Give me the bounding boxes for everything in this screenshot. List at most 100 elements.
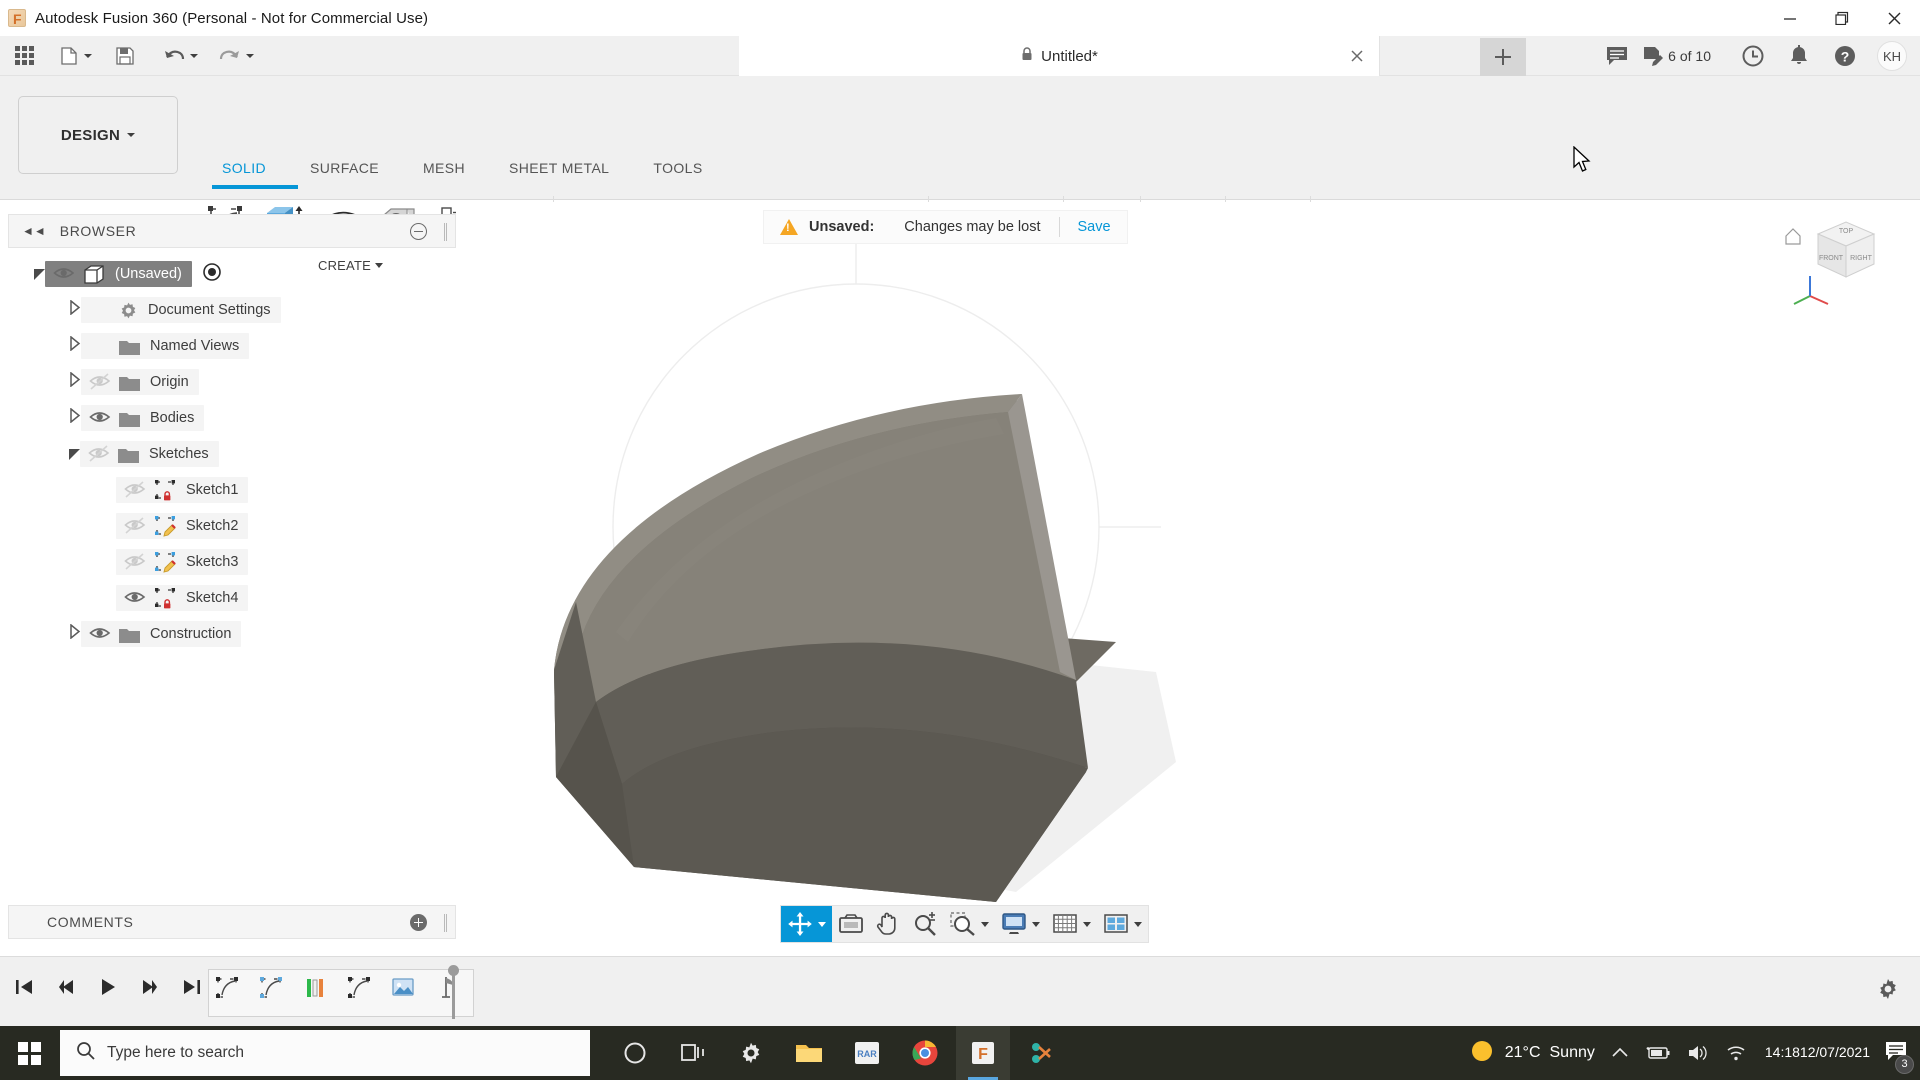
- grid-snaps-icon[interactable]: [1046, 906, 1097, 942]
- browser-item-body[interactable]: Sketch1: [116, 477, 249, 503]
- save-link[interactable]: Save: [1078, 219, 1111, 235]
- fusion360-taskbar-icon[interactable]: F: [956, 1026, 1010, 1080]
- tab-surface[interactable]: SURFACE: [288, 160, 401, 176]
- timeline-feature-sketch4[interactable]: [432, 973, 462, 1003]
- pan-hand-icon[interactable]: [870, 906, 906, 942]
- timeline-feature-thicken[interactable]: [388, 973, 418, 1003]
- volume-icon[interactable]: [1679, 1026, 1717, 1080]
- browser-item-sketch3[interactable]: Sketch3: [8, 544, 456, 580]
- step-back-icon[interactable]: [52, 973, 80, 1001]
- close-button[interactable]: [1868, 0, 1920, 36]
- display-settings-icon[interactable]: [995, 906, 1046, 942]
- browser-item-body[interactable]: Named Views: [81, 333, 250, 359]
- play-icon[interactable]: [94, 973, 122, 1001]
- visibility-toggle-icon[interactable]: [89, 623, 111, 645]
- taskbar-clock[interactable]: 14:18 12/07/2021: [1755, 1026, 1880, 1080]
- close-icon[interactable]: [1349, 48, 1365, 64]
- windows-start-icon[interactable]: [0, 1026, 58, 1080]
- minimize-button[interactable]: [1764, 0, 1816, 36]
- browser-item-construction[interactable]: Construction: [8, 616, 456, 652]
- zoom-icon[interactable]: [906, 906, 944, 942]
- search-input[interactable]: Type here to search: [60, 1030, 590, 1076]
- tab-sheet-metal[interactable]: SHEET METAL: [487, 160, 631, 176]
- browser-item-sketch4[interactable]: Sketch4: [8, 580, 456, 616]
- panel-resize-grip[interactable]: [444, 914, 447, 932]
- expand-toggle-icon[interactable]: [69, 407, 81, 428]
- skip-end-icon[interactable]: [178, 973, 206, 1001]
- browser-item-sketch1[interactable]: Sketch1: [8, 472, 456, 508]
- view-cube[interactable]: TOP FRONT RIGHT: [1780, 216, 1890, 316]
- expand-toggle-icon[interactable]: [69, 448, 80, 460]
- expand-toggle-icon[interactable]: [69, 623, 81, 644]
- visibility-toggle-icon[interactable]: [89, 371, 111, 393]
- add-comment-icon[interactable]: [410, 914, 427, 931]
- cura-icon[interactable]: [1014, 1026, 1068, 1080]
- weather-widget[interactable]: 21°C Sunny: [1461, 1026, 1603, 1080]
- task-view-icon[interactable]: [666, 1026, 720, 1080]
- settings-gear-icon[interactable]: [724, 1026, 778, 1080]
- file-explorer-icon[interactable]: [782, 1026, 836, 1080]
- visibility-toggle-icon[interactable]: [124, 551, 146, 573]
- clock-icon[interactable]: [1736, 38, 1770, 74]
- zoom-window-icon[interactable]: [944, 906, 995, 942]
- chevron-up-icon[interactable]: [1603, 1026, 1637, 1080]
- wifi-icon[interactable]: [1717, 1026, 1755, 1080]
- browser-item-unsaved[interactable]: (Unsaved): [8, 256, 456, 292]
- timeline-feature-sketch2[interactable]: [256, 973, 286, 1003]
- tab-tools[interactable]: TOOLS: [631, 160, 724, 176]
- browser-item-body[interactable]: Document Settings: [81, 297, 281, 323]
- save-button[interactable]: [109, 39, 141, 73]
- redo-button[interactable]: [213, 39, 259, 73]
- browser-item-document-settings[interactable]: Document Settings: [8, 292, 456, 328]
- battery-charging-icon[interactable]: [1637, 1026, 1679, 1080]
- comment-icon[interactable]: [1600, 38, 1634, 74]
- timeline-feature-sketch3[interactable]: [344, 973, 374, 1003]
- browser-item-body[interactable]: Sketch4: [116, 585, 249, 611]
- help-icon[interactable]: ?: [1828, 38, 1862, 74]
- expand-toggle-icon[interactable]: [69, 299, 81, 320]
- app-grid-icon[interactable]: [10, 39, 39, 73]
- viewports-icon[interactable]: [1097, 906, 1148, 942]
- visibility-toggle-icon[interactable]: [124, 515, 146, 537]
- skip-start-icon[interactable]: [10, 973, 38, 1001]
- expand-toggle-icon[interactable]: [69, 335, 81, 356]
- browser-item-body[interactable]: Sketch3: [116, 549, 249, 575]
- timeline-marker[interactable]: [448, 965, 459, 1019]
- orbit-icon[interactable]: [781, 906, 832, 942]
- browser-item-sketch2[interactable]: Sketch2: [8, 508, 456, 544]
- browser-item-named-views[interactable]: Named Views: [8, 328, 456, 364]
- panel-resize-grip[interactable]: [444, 223, 447, 241]
- visibility-toggle-icon[interactable]: [89, 407, 111, 429]
- expand-toggle-icon[interactable]: [34, 268, 45, 280]
- undo-button[interactable]: [157, 39, 203, 73]
- maximize-button[interactable]: [1816, 0, 1868, 36]
- new-tab-button[interactable]: [1480, 38, 1526, 76]
- new-file-button[interactable]: [53, 39, 97, 73]
- timeline-feature-sketch1[interactable]: [212, 973, 242, 1003]
- timeline-feature-loft[interactable]: [300, 973, 330, 1003]
- tab-solid[interactable]: SOLID: [200, 160, 288, 176]
- browser-item-body[interactable]: Sketches: [80, 441, 219, 467]
- step-forward-icon[interactable]: [136, 973, 164, 1001]
- document-tab[interactable]: Untitled*: [739, 36, 1380, 76]
- look-at-icon[interactable]: [832, 906, 870, 942]
- activate-component-icon[interactable]: [202, 262, 222, 287]
- browser-item-body[interactable]: Bodies: [81, 405, 205, 431]
- chrome-icon[interactable]: [898, 1026, 952, 1080]
- tab-mesh[interactable]: MESH: [401, 160, 487, 176]
- collapse-all-icon[interactable]: [410, 223, 427, 240]
- browser-item-origin[interactable]: Origin: [8, 364, 456, 400]
- workspace-switcher[interactable]: DESIGN: [18, 96, 178, 174]
- timeline-settings-gear-icon[interactable]: [1874, 975, 1902, 1008]
- notification-icon[interactable]: 3: [1884, 1040, 1914, 1074]
- collapse-left-icon[interactable]: ◄◄: [22, 224, 46, 238]
- avatar[interactable]: KH: [1872, 38, 1912, 74]
- bell-icon[interactable]: [1782, 38, 1816, 74]
- browser-item-body[interactable]: Sketch2: [116, 513, 249, 539]
- browser-item-bodies[interactable]: Bodies: [8, 400, 456, 436]
- browser-item-body[interactable]: Construction: [81, 621, 242, 647]
- browser-item-body[interactable]: (Unsaved): [45, 261, 192, 287]
- visibility-toggle-icon[interactable]: [88, 443, 110, 465]
- cortana-circle-icon[interactable]: [608, 1026, 662, 1080]
- visibility-toggle-icon[interactable]: [124, 479, 146, 501]
